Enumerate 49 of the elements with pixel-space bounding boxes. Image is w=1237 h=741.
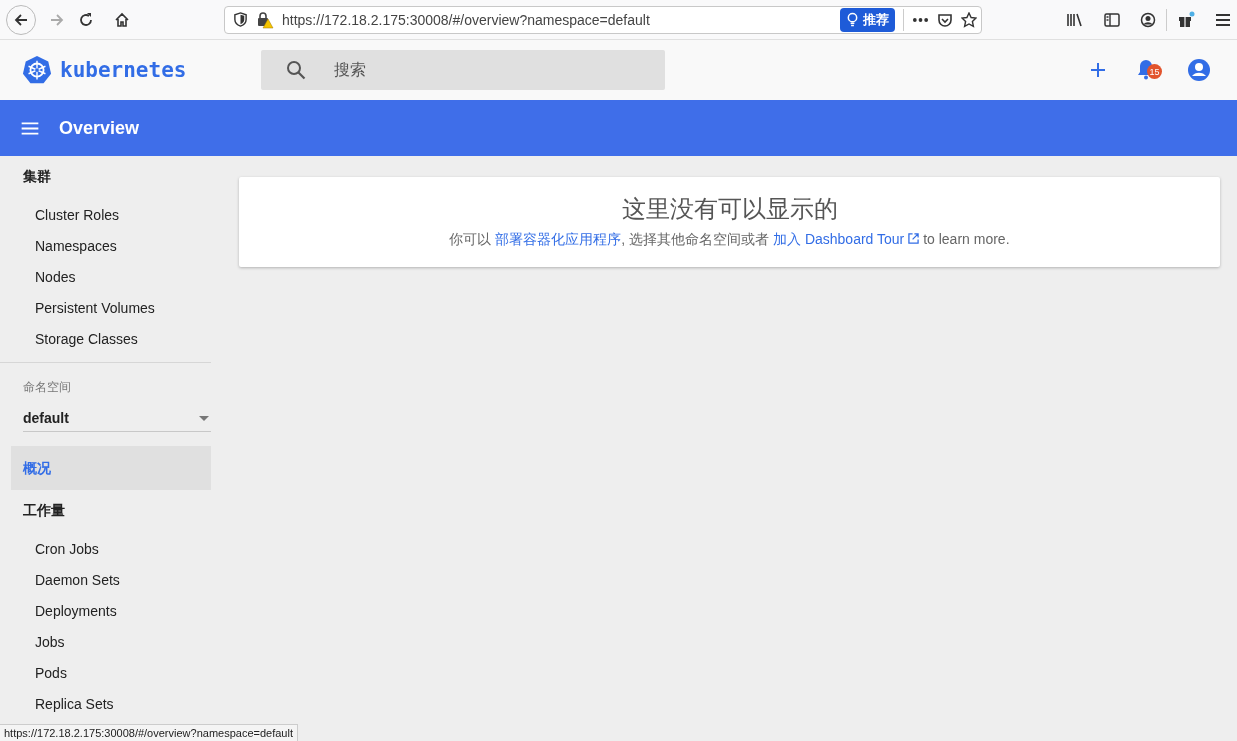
link-status-tooltip: https://172.18.2.175:30008/#/overview?namespace=default xyxy=(0,724,298,741)
section-heading: 集群 xyxy=(22,167,52,186)
nav-item[interactable]: Jobs xyxy=(0,627,211,658)
pocket-icon[interactable] xyxy=(937,11,953,28)
empty-state-message: 你可以 部署容器化应用程序, 选择其他命名空间或者 加入 Dashboard Tour to learn more. xyxy=(449,231,1010,249)
nav-item[interactable]: Storage Classes xyxy=(0,324,211,355)
account-icon[interactable] xyxy=(1140,11,1156,28)
nav-item[interactable]: Deployments xyxy=(0,596,211,627)
lightbulb-icon xyxy=(846,12,859,27)
search-field[interactable]: 搜索 xyxy=(261,50,665,90)
sidebar-icon[interactable] xyxy=(1104,11,1120,28)
namespace-select[interactable]: default xyxy=(23,410,211,432)
page-title: Overview xyxy=(59,117,140,139)
kubernetes-logo-icon xyxy=(22,55,52,85)
back-arrow-icon xyxy=(13,11,29,28)
deploy-link[interactable]: 部署容器化应用程序 xyxy=(495,231,622,247)
nav-item[interactable]: Pods xyxy=(0,658,211,689)
gift-icon[interactable] xyxy=(1177,10,1195,29)
search-icon xyxy=(286,60,306,80)
nav-item[interactable]: Cluster Roles xyxy=(0,200,211,231)
reload-icon[interactable] xyxy=(78,11,94,28)
star-icon[interactable] xyxy=(961,11,977,28)
brand-name: kubernetes xyxy=(60,58,187,82)
suggest-button[interactable]: 推荐 xyxy=(840,7,895,32)
url-text: https://172.18.2.175:30008/#/overview?namespace=default xyxy=(282,11,651,28)
add-icon[interactable] xyxy=(1090,62,1106,78)
empty-state-title: 这里没有可以显示的 xyxy=(621,194,838,224)
nav-item[interactable]: Namespaces xyxy=(0,231,211,262)
nav-item[interactable]: Daemon Sets xyxy=(0,565,211,596)
nav-item[interactable]: Cron Jobs xyxy=(0,534,211,565)
notifications-button[interactable]: 15 xyxy=(1136,58,1163,82)
address-bar[interactable]: https://172.18.2.175:30008/#/overview?namespace=default 推荐 xyxy=(224,5,982,34)
forward-arrow-icon xyxy=(49,11,65,28)
home-icon[interactable] xyxy=(114,11,130,28)
namespace-label: 命名空间 xyxy=(22,379,72,396)
menu-icon[interactable] xyxy=(1215,12,1231,27)
more-icon[interactable] xyxy=(912,16,929,23)
external-link-icon xyxy=(908,233,920,244)
library-icon[interactable] xyxy=(1066,11,1084,28)
dropdown-caret-icon xyxy=(199,415,209,421)
section-heading: 工作量 xyxy=(22,501,66,520)
tour-link[interactable]: 加入 Dashboard Tour xyxy=(773,231,920,247)
nav-item[interactable]: Nodes xyxy=(0,262,211,293)
notification-count: 15 xyxy=(1147,64,1162,79)
nav-item[interactable]: 概况 xyxy=(11,446,211,490)
lock-warning-icon xyxy=(256,10,274,29)
nav-item[interactable]: Persistent Volumes xyxy=(0,293,211,324)
nav-item[interactable]: Replica Sets xyxy=(0,689,211,720)
shield-icon xyxy=(233,12,248,27)
